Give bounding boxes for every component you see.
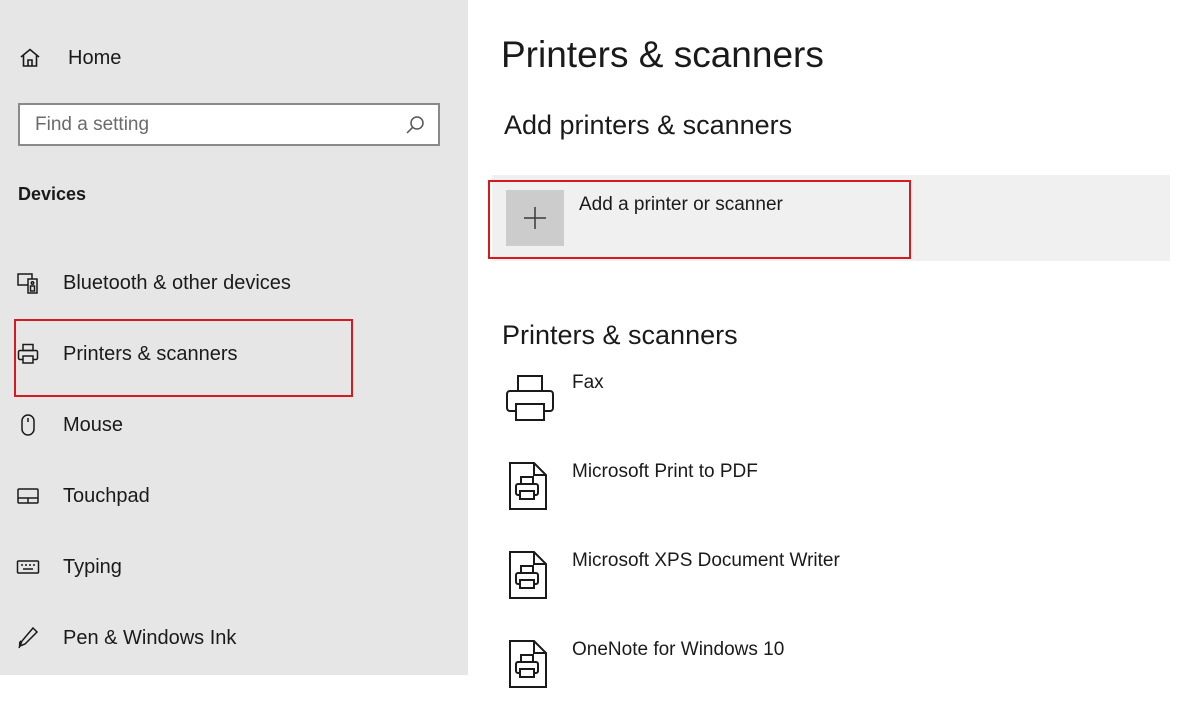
printer-item-onenote[interactable]: OneNote for Windows 10 [502, 639, 1142, 703]
bluetooth-devices-icon [14, 269, 42, 297]
document-printer-icon [502, 461, 558, 517]
printer-name: Microsoft XPS Document Writer [572, 550, 840, 571]
sidebar-item-label: Mouse [63, 413, 124, 436]
settings-main-pane: Printers & scanners Add printers & scann… [468, 0, 1200, 688]
add-printers-section-title: Add printers & scanners [504, 110, 793, 140]
sidebar-item-printers-scanners[interactable]: Printers & scanners [14, 334, 434, 374]
keyboard-icon [14, 553, 42, 581]
find-setting-search-box[interactable] [18, 103, 440, 146]
sidebar-item-label: Typing [63, 555, 122, 578]
home-icon [18, 46, 42, 70]
page-title: Printers & scanners [501, 34, 824, 75]
pen-icon [14, 624, 42, 652]
document-printer-icon [502, 550, 558, 606]
home-nav-item[interactable]: Home [18, 44, 121, 72]
sidebar-item-pen-windows-ink[interactable]: Pen & Windows Ink [14, 618, 434, 658]
search-icon[interactable] [404, 114, 426, 136]
home-label: Home [68, 46, 122, 69]
printer-item-xps-writer[interactable]: Microsoft XPS Document Writer [502, 550, 1142, 614]
mouse-icon [14, 411, 42, 439]
sidebar-item-mouse[interactable]: Mouse [14, 405, 434, 445]
touchpad-icon [14, 482, 42, 510]
sidebar-item-label: Printers & scanners [63, 342, 238, 365]
printer-icon [14, 340, 42, 368]
add-printer-button[interactable]: Add a printer or scanner [492, 175, 1170, 261]
add-tile[interactable] [506, 190, 564, 246]
sidebar-item-label: Bluetooth & other devices [63, 271, 291, 294]
plus-icon [522, 205, 548, 231]
add-printer-label: Add a printer or scanner [579, 194, 783, 215]
sidebar-item-typing[interactable]: Typing [14, 547, 434, 587]
printer-name: Microsoft Print to PDF [572, 461, 758, 482]
search-input[interactable] [20, 104, 404, 145]
sidebar-item-label: Touchpad [63, 484, 150, 507]
printers-list-title: Printers & scanners [502, 320, 738, 350]
sidebar-item-bluetooth[interactable]: Bluetooth & other devices [14, 263, 434, 303]
printer-item-print-to-pdf[interactable]: Microsoft Print to PDF [502, 461, 1142, 525]
sidebar-item-touchpad[interactable]: Touchpad [14, 476, 434, 516]
printer-item-fax[interactable]: Fax [502, 372, 1142, 436]
document-printer-icon [502, 639, 558, 695]
printer-name: Fax [572, 372, 604, 393]
printer-name: OneNote for Windows 10 [572, 639, 785, 660]
sidebar-item-label: Pen & Windows Ink [63, 626, 237, 649]
devices-section-heading: Devices [18, 184, 87, 204]
fax-printer-icon [502, 372, 558, 428]
settings-sidebar: Home Devices Bluetooth & other devices [0, 0, 468, 675]
